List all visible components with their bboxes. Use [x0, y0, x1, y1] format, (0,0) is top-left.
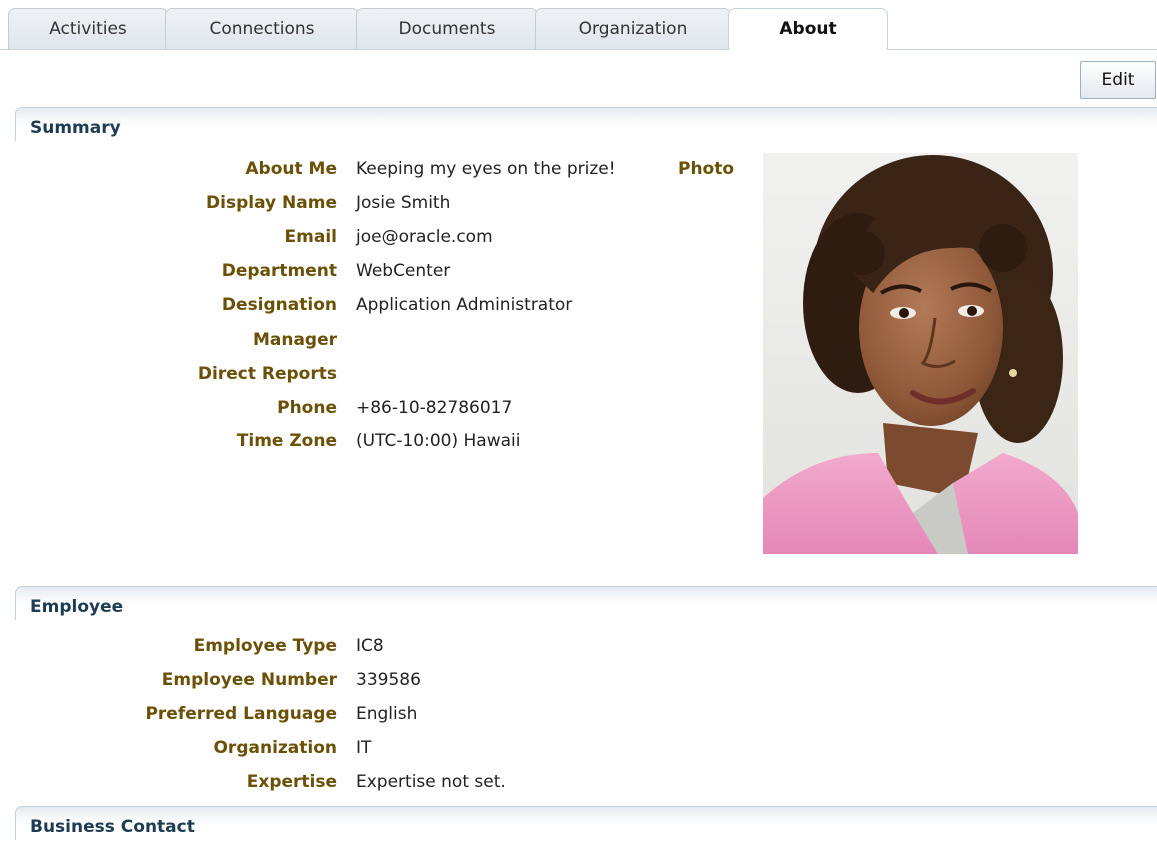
time-zone-label: Time Zone [236, 431, 337, 451]
profile-photo-image [763, 153, 1078, 554]
email-label: Email [284, 227, 337, 247]
tab-label: About [779, 19, 837, 39]
department-label: Department [221, 261, 337, 281]
employee-type-label: Employee Type [193, 636, 337, 656]
employee-number-label: Employee Number [161, 670, 337, 690]
designation-value: Application Administrator [356, 295, 573, 315]
summary-section-header: Summary [15, 107, 1157, 141]
tab-bar-divider [0, 49, 1157, 50]
tab-activities[interactable]: Activities [8, 8, 168, 49]
phone-label: Phone [277, 398, 337, 418]
tab-bar: Activities Connections Documents Organiz… [0, 0, 1157, 50]
preferred-language-value: English [356, 704, 418, 724]
employee-section-title: Employee [30, 597, 124, 617]
about-me-value: Keeping my eyes on the prize! [356, 159, 616, 179]
organization-label: Organization [213, 738, 337, 758]
employee-type-value: IC8 [356, 636, 384, 656]
expertise-label: Expertise [246, 772, 337, 792]
designation-label: Designation [221, 295, 337, 315]
profile-photo [763, 153, 1078, 554]
business-contact-section-header: Business Contact [15, 806, 1157, 840]
about-me-label: About Me [245, 159, 337, 179]
summary-section-title: Summary [30, 118, 121, 138]
phone-value: +86-10-82786017 [356, 398, 513, 418]
expertise-value: Expertise not set. [356, 772, 506, 792]
tab-about[interactable]: About [728, 8, 888, 50]
manager-label: Manager [252, 330, 337, 350]
time-zone-value: (UTC-10:00) Hawaii [356, 431, 521, 451]
tab-label: Activities [49, 19, 127, 39]
business-contact-section-title: Business Contact [30, 817, 195, 837]
employee-section-header: Employee [15, 586, 1157, 620]
tab-label: Connections [209, 19, 315, 39]
tab-connections[interactable]: Connections [165, 8, 359, 49]
display-name-value: Josie Smith [356, 193, 451, 213]
organization-value: IT [356, 738, 372, 758]
photo-label: Photo [678, 159, 735, 179]
tab-documents[interactable]: Documents [356, 8, 538, 49]
direct-reports-label: Direct Reports [197, 364, 337, 384]
display-name-label: Display Name [206, 193, 337, 213]
department-value: WebCenter [356, 261, 451, 281]
employee-number-value: 339586 [356, 670, 421, 690]
edit-button[interactable]: Edit [1080, 61, 1156, 99]
tab-organization[interactable]: Organization [535, 8, 731, 49]
email-value: joe@oracle.com [356, 227, 493, 247]
tab-label: Documents [398, 19, 496, 39]
tab-label: Organization [578, 19, 688, 39]
preferred-language-label: Preferred Language [145, 704, 337, 724]
